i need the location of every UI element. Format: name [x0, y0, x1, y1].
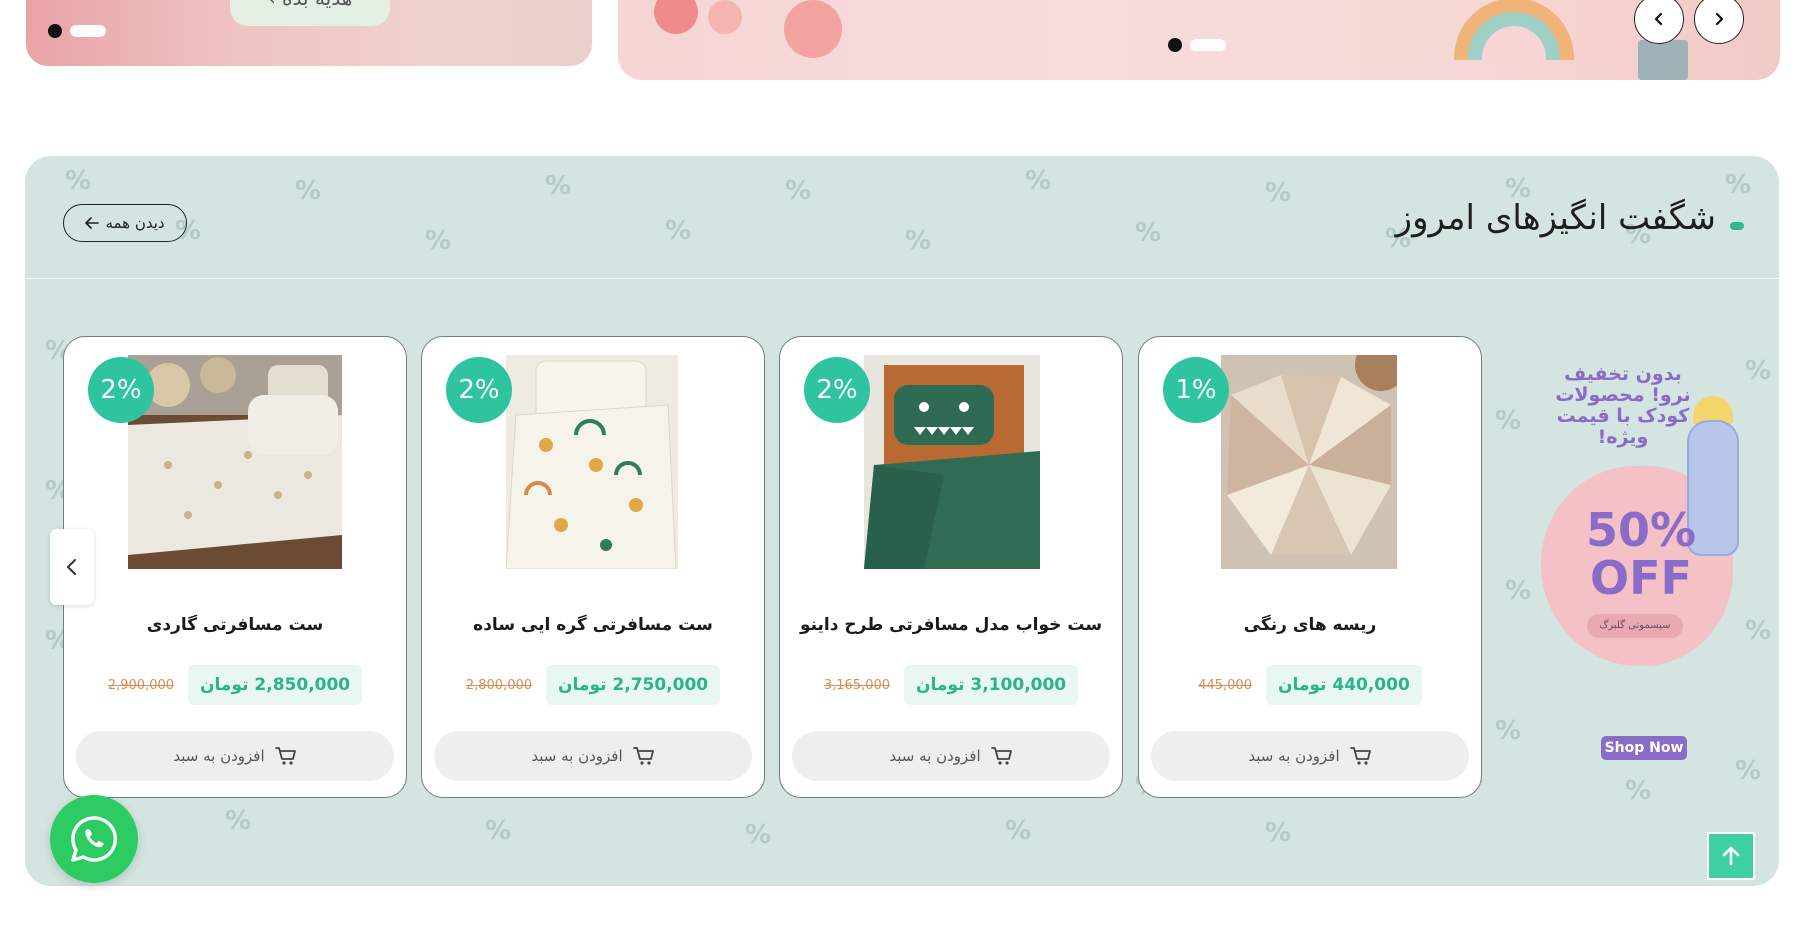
discount-badge: 2%	[804, 357, 870, 423]
toy-wheel-decoration	[708, 0, 742, 34]
product-image[interactable]	[1221, 355, 1397, 569]
price-row: 2,800,000 2,750,000 تومان	[422, 665, 764, 705]
discount-badge: 1%	[1163, 357, 1229, 423]
slider-dots-secondary	[48, 24, 106, 38]
price-row: 445,000 440,000 تومان	[1139, 665, 1481, 705]
add-to-cart-button[interactable]: افزودن به سبد	[434, 731, 752, 781]
bunting-image	[1221, 355, 1397, 569]
slider-dot-active[interactable]	[48, 24, 62, 38]
whatsapp-button[interactable]	[50, 795, 138, 883]
current-price: 3,100,000 تومان	[904, 665, 1079, 705]
slider-prev-button[interactable]	[1634, 0, 1684, 44]
product-card[interactable]: 2% ست مسافرتی گره ایی ساده 2,800,000 2,7…	[421, 336, 765, 798]
section-title-marker	[1730, 222, 1744, 230]
carousel-prev-button[interactable]	[50, 529, 94, 605]
view-all-label: دیدن همه	[105, 214, 165, 232]
dino-bedset-image	[864, 355, 1040, 569]
product-image[interactable]	[864, 355, 1040, 569]
chevron-left-icon	[67, 559, 76, 575]
section-divider	[25, 278, 1779, 279]
add-to-cart-button[interactable]: افزودن به سبد	[792, 731, 1110, 781]
view-all-button[interactable]: دیدن همه	[63, 204, 187, 242]
cart-icon	[632, 747, 654, 765]
lion-bedset-image	[506, 355, 678, 569]
add-to-cart-label: افزودن به سبد	[531, 747, 623, 765]
guard-bedset-image	[128, 355, 342, 569]
add-to-cart-label: افزودن به سبد	[889, 747, 981, 765]
amazing-offers-section: %%% %%% %%% %%% %%% %%% %%% %%% %%% %%% …	[25, 156, 1779, 886]
chevron-left-icon	[1654, 12, 1663, 26]
hero-banner-main[interactable]	[618, 0, 1780, 80]
promo-brand: سیسمونی گلبرگ	[1587, 614, 1683, 638]
whatsapp-icon	[71, 816, 118, 862]
product-card[interactable]: 1% ریسه های رنگی 445,000 440,000 تومان ا…	[1138, 336, 1482, 798]
current-price: 2,750,000 تومان	[546, 665, 721, 705]
back-to-top-button[interactable]	[1707, 832, 1755, 880]
slider-dot-active[interactable]	[1168, 38, 1182, 52]
old-price: 3,165,000	[823, 677, 891, 693]
slider-dot[interactable]	[70, 25, 106, 37]
product-title[interactable]: ست مسافرتی گره ایی ساده	[422, 615, 764, 635]
arrow-up-icon	[1722, 846, 1740, 866]
arrow-left-icon	[85, 217, 100, 229]
old-price: 2,900,000	[107, 677, 175, 693]
add-to-cart-button[interactable]: افزودن به سبد	[1151, 731, 1469, 781]
discount-badge: 2%	[88, 357, 154, 423]
product-image[interactable]	[506, 355, 678, 569]
cart-icon	[990, 747, 1012, 765]
slider-next-button[interactable]	[1694, 0, 1744, 44]
price-row: 2,900,000 2,850,000 تومان	[64, 665, 406, 705]
product-title[interactable]: ریسه های رنگی	[1139, 615, 1481, 635]
section-title: شگفت انگیزهای امروز	[1395, 198, 1716, 238]
product-card[interactable]: 2% ست مسافرتی گاردی 2,900,000 2,850,000 …	[63, 336, 407, 798]
add-to-cart-label: افزودن به سبد	[173, 747, 265, 765]
add-to-cart-button[interactable]: افزودن به سبد	[76, 731, 394, 781]
toy-block-decoration	[1638, 40, 1688, 80]
product-title[interactable]: ست خواب مدل مسافرتی طرح داینو	[780, 615, 1122, 635]
promo-banner[interactable]: بدون تخفیف نرو! محصولات کودک با قیمت ویژ…	[1527, 336, 1743, 766]
add-to-cart-label: افزودن به سبد	[1248, 747, 1340, 765]
price-row: 3,165,000 3,100,000 تومان	[780, 665, 1122, 705]
old-price: 2,800,000	[465, 677, 533, 693]
gift-button[interactable]: هدیه بده ›	[230, 0, 390, 26]
slider-dot[interactable]	[1190, 39, 1226, 51]
promo-headline: بدون تخفیف نرو! محصولات کودک با قیمت ویژ…	[1555, 363, 1691, 448]
hero-banner-secondary[interactable]: هدیه بده ›	[26, 0, 592, 66]
product-card[interactable]: 2% ست خواب مدل مسافرتی طرح داینو 3,165,0…	[779, 336, 1123, 798]
toy-wheel-decoration	[654, 0, 698, 34]
current-price: 2,850,000 تومان	[188, 665, 363, 705]
product-image[interactable]	[128, 355, 342, 569]
current-price: 440,000 تومان	[1265, 665, 1422, 705]
discount-badge: 2%	[446, 357, 512, 423]
cart-icon	[274, 747, 296, 765]
toy-wheel-decoration	[784, 0, 842, 58]
shop-now-button[interactable]: Shop Now	[1601, 736, 1687, 760]
promo-discount: 50% OFF	[1585, 503, 1697, 605]
product-title[interactable]: ست مسافرتی گاردی	[64, 615, 406, 635]
slider-dots-main	[1168, 38, 1226, 52]
cart-icon	[1349, 747, 1371, 765]
chevron-right-icon	[1715, 12, 1724, 26]
old-price: 445,000	[1198, 677, 1252, 693]
